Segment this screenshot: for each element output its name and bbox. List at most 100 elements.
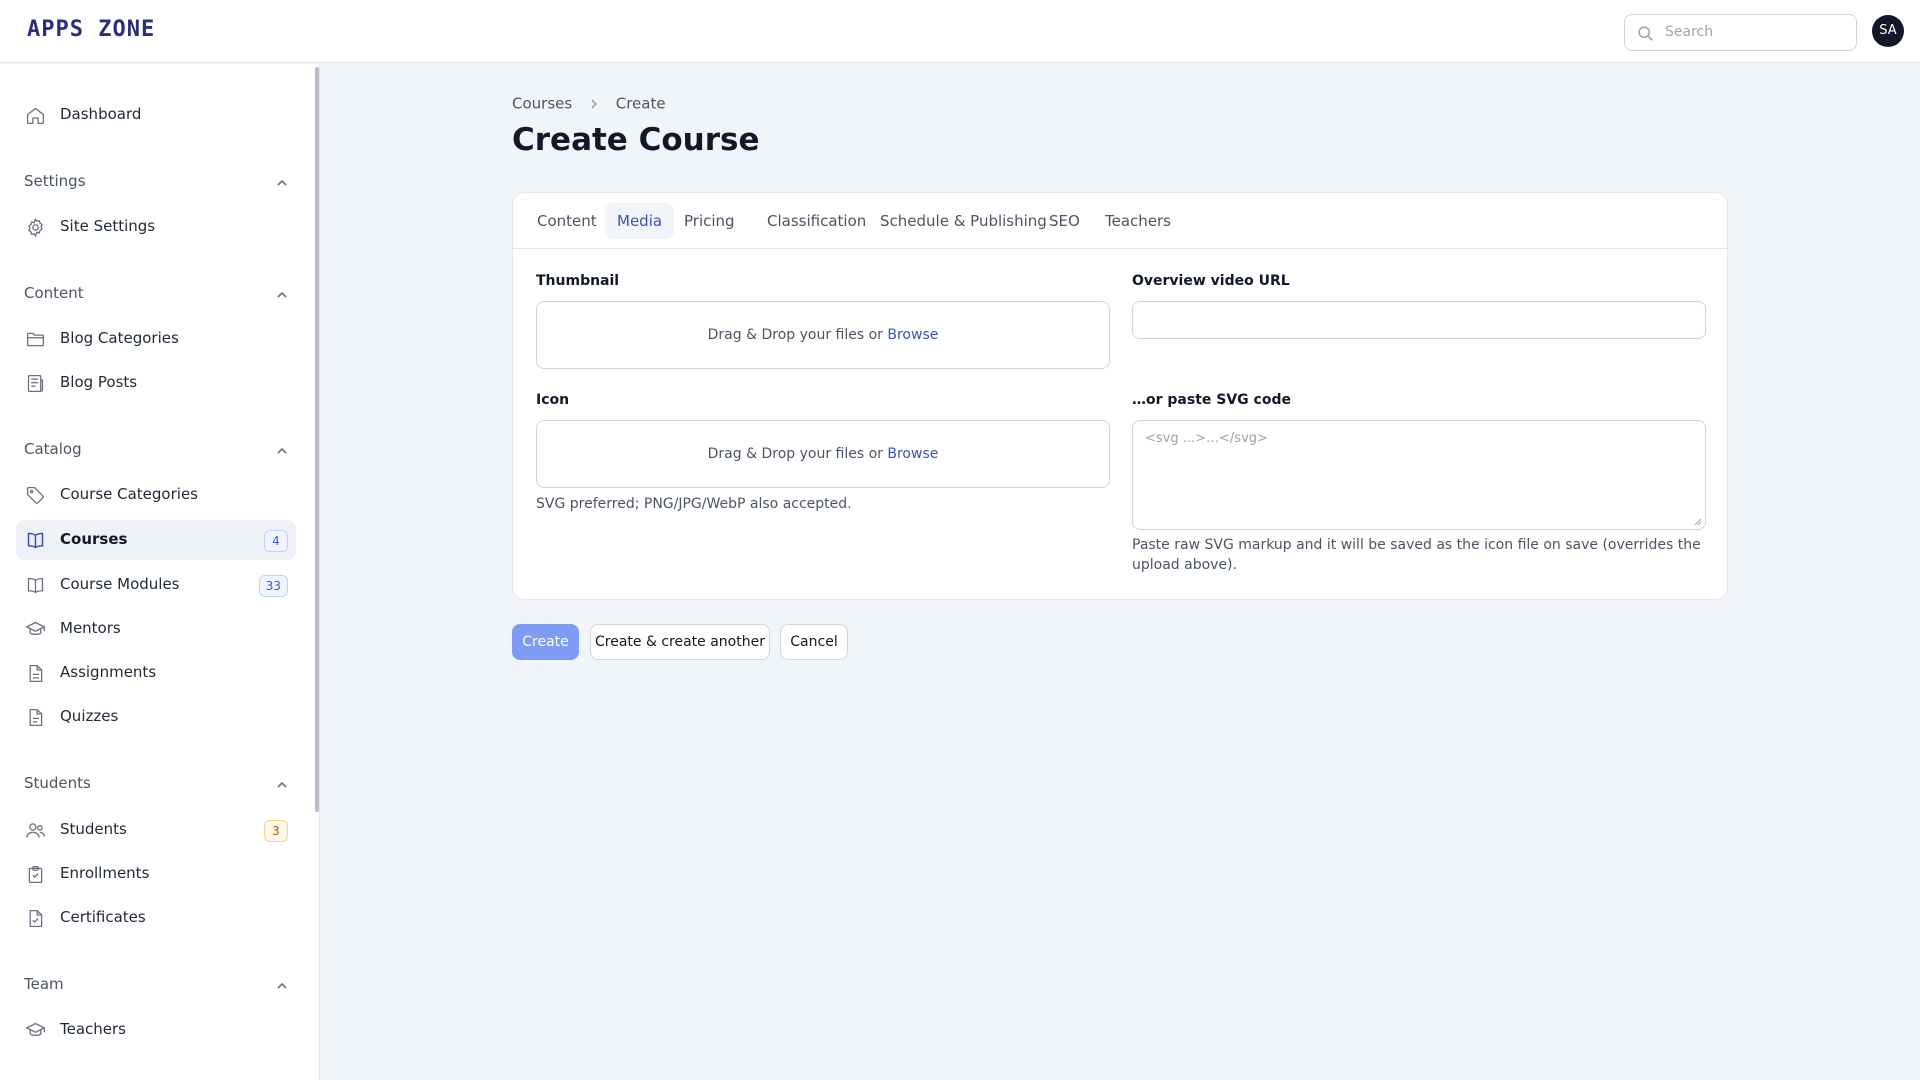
tab-schedule-publishing[interactable]: Schedule & Publishing (868, 203, 1059, 239)
tab-bar: Content Media Pricing Classification Sch… (513, 193, 1727, 249)
sidebar-item-label: Site Settings (60, 217, 156, 235)
sidebar-item-label: Enrollments (60, 864, 150, 882)
gear-icon (28, 217, 43, 238)
home-icon (26, 107, 45, 125)
sidebar-item-blog-categories[interactable]: Blog Categories (16, 319, 296, 359)
sidebar-item-quizzes[interactable]: Quizzes (16, 697, 296, 737)
sidebar-item-label: Dashboard (60, 105, 142, 123)
chevron-right-icon (591, 98, 598, 109)
breadcrumb: Courses Create (512, 94, 666, 113)
group-label: Settings (24, 172, 86, 190)
overview-video-label: Overview video URL (1132, 273, 1290, 289)
search-icon (1638, 26, 1653, 41)
svg-code-placeholder: <svg ...>…</svg> (1145, 431, 1268, 446)
thumbnail-dropzone[interactable]: Drag & Drop your files or Browse (536, 301, 1110, 369)
tab-seo[interactable]: SEO (1037, 203, 1092, 239)
form-card: Content Media Pricing Classification Sch… (512, 192, 1728, 600)
create-another-button[interactable]: Create & create another (590, 624, 770, 660)
sidebar-item-label: Blog Posts (60, 373, 138, 391)
chevron-up-icon (277, 982, 287, 989)
browse-link[interactable]: Browse (887, 327, 938, 343)
chevron-up-icon (277, 179, 287, 186)
icon-help-text: SVG preferred; PNG/JPG/WebP also accepte… (536, 496, 852, 512)
dropzone-text: Drag & Drop your files or (707, 327, 883, 343)
sidebar-item-label: Courses (60, 530, 128, 548)
sidebar-item-label: Students (60, 820, 127, 838)
sidebar-item-course-categories[interactable]: Course Categories (16, 475, 296, 515)
clipboard-check-icon (28, 865, 43, 884)
sidebar-item-label: Course Categories (60, 485, 198, 503)
document-check-icon (29, 909, 43, 928)
academic-cap-icon (25, 621, 46, 635)
sidebar-scrollbar[interactable] (315, 67, 319, 812)
sidebar-item-label: Quizzes (60, 707, 119, 725)
sidebar-item-enrollments[interactable]: Enrollments (16, 854, 296, 894)
svg-code-textarea[interactable]: <svg ...>…</svg> (1132, 420, 1706, 530)
browse-link[interactable]: Browse (887, 446, 938, 462)
sidebar-group-settings[interactable]: Settings (24, 172, 294, 196)
tab-teachers[interactable]: Teachers (1093, 203, 1183, 239)
group-label: Content (24, 284, 84, 302)
chevron-up-icon (277, 447, 287, 454)
create-button[interactable]: Create (512, 624, 579, 660)
user-avatar[interactable]: SA (1872, 15, 1904, 47)
top-bar: APPS ZONE Search SA (0, 0, 1920, 63)
tag-icon (26, 486, 44, 504)
sidebar-group-catalog[interactable]: Catalog (24, 440, 294, 464)
sidebar-item-blog-posts[interactable]: Blog Posts (16, 363, 296, 403)
icon-dropzone[interactable]: Drag & Drop your files or Browse (536, 420, 1110, 488)
breadcrumb-current: Create (615, 94, 666, 113)
svg-code-help-text: Paste raw SVG markup and it will be save… (1132, 537, 1701, 573)
count-badge: 3 (264, 820, 288, 842)
tab-content[interactable]: Content (525, 203, 609, 239)
breadcrumb-courses-link[interactable]: Courses (512, 95, 572, 113)
sidebar-item-assignments[interactable]: Assignments (16, 653, 296, 693)
sidebar-item-certificates[interactable]: Certificates (16, 898, 296, 938)
icon-label: Icon (536, 392, 570, 408)
svg-code-label: …or paste SVG code (1132, 392, 1291, 408)
group-label: Team (24, 975, 64, 993)
sidebar-item-label: Certificates (60, 908, 146, 926)
cancel-button[interactable]: Cancel (780, 624, 848, 660)
users-icon (26, 823, 45, 838)
sidebar-item-courses[interactable]: Courses 4 (16, 520, 296, 560)
resize-handle-icon[interactable] (1694, 518, 1702, 526)
group-label: Catalog (24, 440, 82, 458)
sidebar-group-students[interactable]: Students (24, 774, 294, 798)
overview-video-url-input[interactable] (1132, 301, 1706, 339)
sidebar-item-label: Teachers (60, 1020, 126, 1038)
tab-pricing[interactable]: Pricing (672, 203, 747, 239)
sidebar-item-label: Blog Categories (60, 329, 179, 347)
sidebar-item-teachers[interactable]: Teachers (16, 1010, 296, 1050)
chevron-up-icon (277, 781, 287, 788)
sidebar-item-course-modules[interactable]: Course Modules 33 (16, 565, 296, 605)
document-text-icon (29, 708, 43, 727)
sidebar-item-label: Course Modules (60, 575, 180, 593)
sidebar-item-site-settings[interactable]: Site Settings (16, 207, 296, 247)
app-logo[interactable]: APPS ZONE (27, 17, 155, 42)
newspaper-icon (27, 374, 44, 393)
academic-cap-icon (25, 1022, 46, 1036)
sidebar-item-label: Mentors (60, 619, 121, 637)
sidebar-group-team[interactable]: Team (24, 975, 294, 999)
document-icon (29, 664, 43, 683)
search-input[interactable]: Search (1665, 24, 1713, 40)
sidebar-item-mentors[interactable]: Mentors (16, 609, 296, 649)
sidebar-item-label: Assignments (60, 663, 157, 681)
count-badge: 4 (264, 530, 288, 552)
book-open-icon (27, 532, 44, 549)
sidebar-item-students[interactable]: Students 3 (16, 810, 296, 850)
count-badge: 33 (258, 575, 288, 597)
search-box[interactable]: Search (1624, 14, 1857, 51)
thumbnail-label: Thumbnail (536, 273, 620, 289)
sidebar-item-dashboard[interactable]: Dashboard (16, 95, 296, 135)
book-open-icon (27, 577, 44, 594)
chevron-up-icon (277, 291, 287, 298)
dropzone-text: Drag & Drop your files or (707, 446, 883, 462)
page-title: Create Course (512, 122, 760, 158)
group-label: Students (24, 774, 91, 792)
folder-icon (26, 332, 45, 347)
tab-classification[interactable]: Classification (755, 203, 878, 239)
tab-media[interactable]: Media (605, 203, 675, 239)
sidebar-group-content[interactable]: Content (24, 284, 294, 308)
